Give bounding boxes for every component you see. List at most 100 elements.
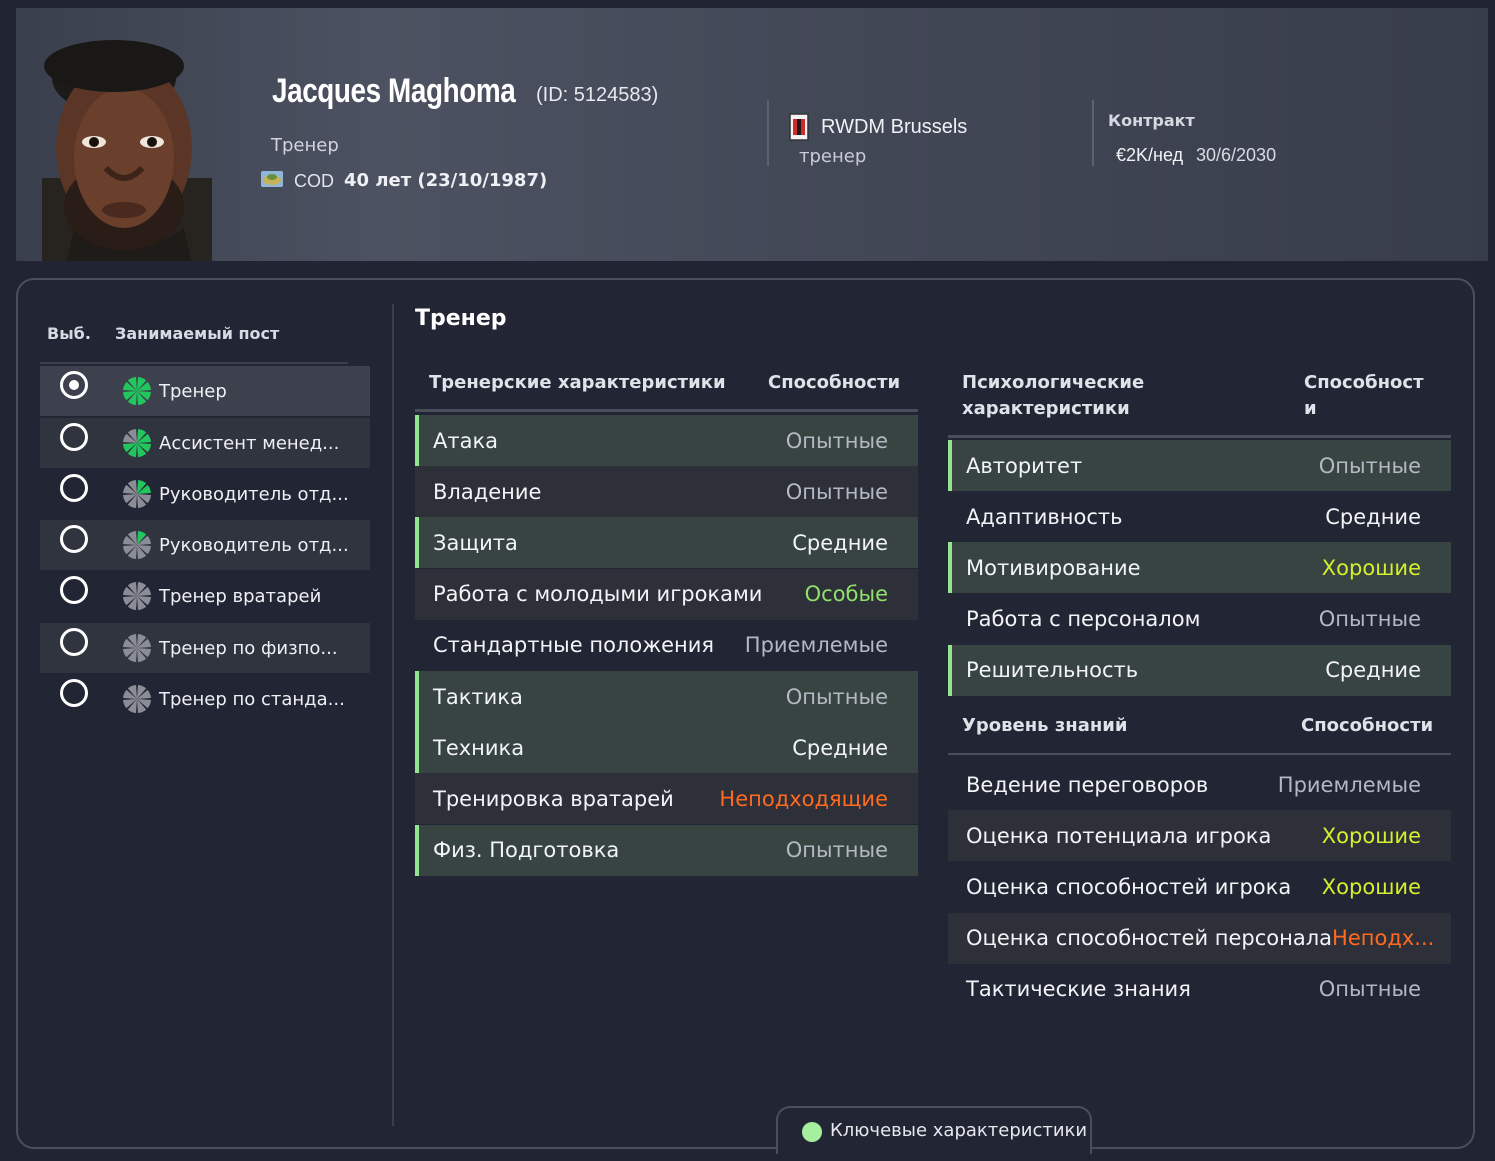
coach-photo — [42, 40, 212, 261]
coach-role: Тренер — [271, 135, 339, 156]
key-attributes-legend[interactable]: Ключевые характеристики — [776, 1106, 1092, 1154]
position-radio[interactable] — [60, 525, 88, 553]
attribute-name: Физ. Подготовка — [433, 838, 620, 863]
attribute-row[interactable]: Стандартные положения Приемлемые — [415, 620, 918, 671]
position-row[interactable]: Тренер по физпо... — [40, 623, 370, 673]
knowledge-ability-header: Способности — [1301, 715, 1434, 736]
attribute-row[interactable]: Оценка потенциала игрока Хорошие — [948, 810, 1451, 862]
attribute-value: Хорошие — [1321, 874, 1421, 899]
position-row[interactable]: Ассистент менед... — [40, 418, 370, 468]
attribute-name: Владение — [433, 479, 542, 504]
nationality-code: COD — [294, 171, 334, 191]
attribute-value: Приемлемые — [744, 633, 888, 658]
attribute-row[interactable]: Физ. Подготовка Опытные — [415, 824, 918, 876]
attribute-name: Решительность — [966, 658, 1139, 683]
header-separator — [1092, 100, 1094, 166]
club-role: тренер — [799, 146, 867, 167]
attribute-row[interactable]: Адаптивность Средние — [948, 491, 1451, 542]
mental-ability-header-line1: Способност — [1304, 372, 1424, 393]
attribute-row[interactable]: Тренировка вратарей Неподходящие — [415, 773, 918, 825]
attribute-row[interactable]: Тактика Опытные — [415, 671, 918, 722]
role-pie-icon — [123, 634, 151, 662]
attribute-value: Средние — [1325, 504, 1421, 529]
attribute-name: Техника — [433, 735, 525, 760]
attribute-name: Атака — [433, 428, 499, 453]
age-dob: 40 лет (23/10/1987) — [344, 170, 548, 191]
position-radio[interactable] — [60, 371, 88, 399]
coaching-attr-header: Тренерские характеристики — [429, 372, 726, 393]
attribute-value: Опытные — [785, 428, 888, 453]
coach-id: (ID: 5124583) — [536, 84, 659, 106]
position-radio[interactable] — [60, 474, 88, 502]
coaching-header-line — [415, 409, 918, 412]
attribute-name: Тактика — [433, 684, 523, 709]
attribute-name: Работа с молодыми игроками — [433, 582, 763, 607]
profile-header: Jacques Maghoma (ID: 5124583) Тренер COD… — [16, 8, 1488, 261]
attribute-value: Опытные — [785, 684, 888, 709]
nationality-flag-icon — [261, 171, 283, 187]
attribute-value: Средние — [792, 735, 888, 760]
attribute-row[interactable]: Оценка способностей персонала Неподх... — [948, 912, 1451, 964]
attribute-value: Хорошие — [1321, 823, 1421, 848]
attribute-name: Оценка потенциала игрока — [966, 823, 1272, 848]
attribute-value: Неподх... — [1332, 926, 1435, 951]
attribute-value: Опытные — [1318, 977, 1421, 1002]
attribute-name: Защита — [433, 530, 518, 555]
position-label: Тренер вратарей — [159, 585, 322, 607]
attribute-value: Средние — [1325, 658, 1421, 683]
attribute-name: Авторитет — [966, 453, 1083, 478]
position-row[interactable]: Руководитель отд... — [40, 469, 370, 519]
legend-label: Ключевые характеристики — [830, 1120, 1088, 1141]
attribute-name: Тренировка вратарей — [433, 786, 674, 811]
attribute-row[interactable]: Оценка способностей игрока Хорошие — [948, 861, 1451, 912]
contract-expiry: 30/6/2030 — [1196, 145, 1277, 165]
attribute-row[interactable]: Мотивирование Хорошие — [948, 542, 1451, 594]
attribute-row[interactable]: Работа с молодыми игроками Особые — [415, 568, 918, 620]
header-divider — [40, 362, 348, 364]
attribute-row[interactable]: Авторитет Опытные — [948, 440, 1451, 491]
position-radio[interactable] — [60, 628, 88, 656]
contract-wage: €2K/нед — [1116, 145, 1184, 165]
position-label: Тренер по станда... — [159, 688, 345, 710]
attribute-name: Адаптивность — [966, 504, 1123, 529]
attribute-value: Опытные — [785, 479, 888, 504]
attribute-value: Особые — [804, 582, 888, 607]
attribute-name: Ведение переговоров — [966, 772, 1209, 797]
coaching-ability-header: Способности — [768, 372, 901, 393]
attribute-name: Оценка способностей персонала — [966, 926, 1333, 951]
attribute-row[interactable]: Атака Опытные — [415, 415, 918, 466]
knowledge-attr-header: Уровень знаний — [962, 715, 1128, 736]
role-pie-icon — [123, 480, 151, 508]
role-pie-icon — [123, 429, 151, 457]
position-column-header: Занимаемый пост — [115, 324, 280, 343]
attribute-value: Опытные — [1318, 607, 1421, 632]
attribute-name: Стандартные положения — [433, 633, 715, 658]
position-radio[interactable] — [60, 576, 88, 604]
attribute-row[interactable]: Тактические знания Опытные — [948, 964, 1451, 1015]
position-row[interactable]: Тренер вратарей — [40, 571, 370, 621]
key-attribute-dot-icon — [802, 1122, 822, 1142]
attribute-row[interactable]: Владение Опытные — [415, 466, 918, 518]
attribute-row[interactable]: Решительность Средние — [948, 644, 1451, 696]
attribute-value: Средние — [792, 530, 888, 555]
club-name-link[interactable]: RWDM Brussels — [821, 116, 967, 139]
column-divider — [392, 304, 394, 1126]
attribute-row[interactable]: Ведение переговоров Приемлемые — [948, 759, 1451, 810]
position-row[interactable]: Тренер по станда... — [40, 674, 370, 724]
role-pie-icon — [123, 531, 151, 559]
mental-attr-header-line1: Психологические — [962, 372, 1145, 393]
section-title: Тренер — [415, 306, 507, 331]
contract-label: Контракт — [1108, 111, 1195, 130]
position-row[interactable]: Руководитель отд... — [40, 520, 370, 570]
position-row[interactable]: Тренер — [40, 366, 370, 416]
club-badge-icon[interactable] — [789, 113, 809, 141]
main-panel: Выб. Занимаемый пост Тренер Ассистент мен… — [16, 278, 1475, 1154]
mental-ability-header: Способност и — [1304, 370, 1424, 422]
position-radio[interactable] — [60, 423, 88, 451]
role-pie-icon — [123, 582, 151, 610]
position-radio[interactable] — [60, 679, 88, 707]
coach-name: Jacques Maghoma — [272, 72, 516, 110]
attribute-row[interactable]: Техника Средние — [415, 722, 918, 774]
attribute-row[interactable]: Защита Средние — [415, 517, 918, 569]
attribute-row[interactable]: Работа с персоналом Опытные — [948, 594, 1451, 645]
